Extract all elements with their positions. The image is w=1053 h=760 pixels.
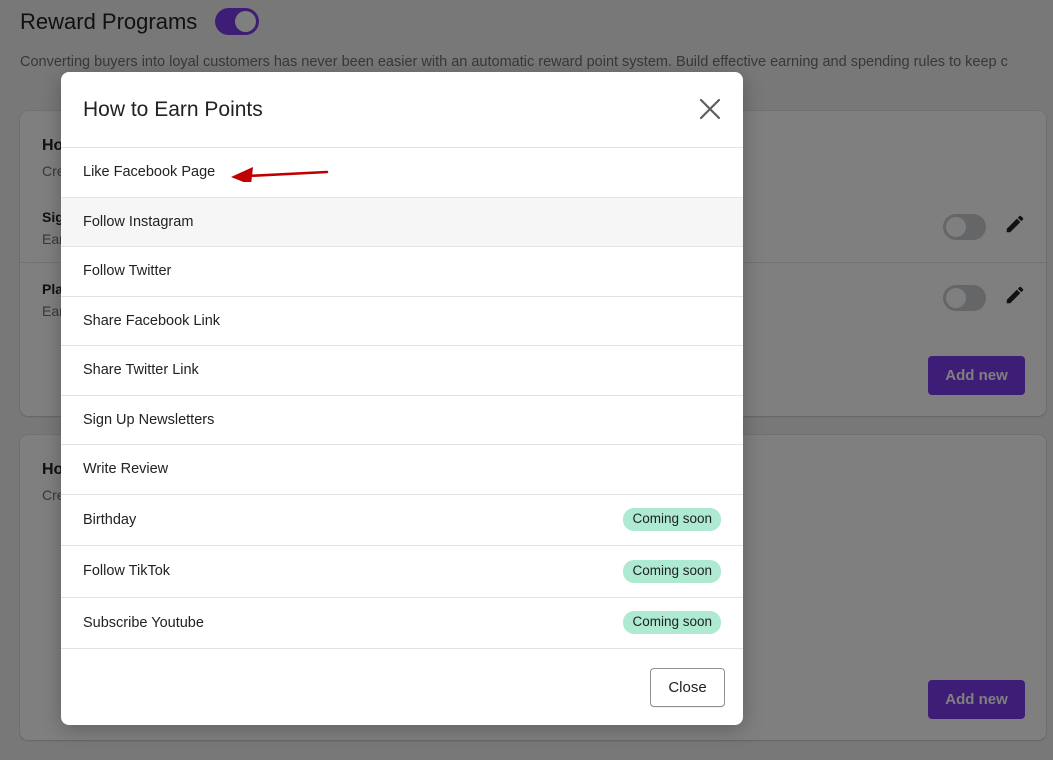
- option-follow-twitter[interactable]: Follow Twitter: [61, 247, 743, 297]
- close-icon-glyph: [699, 98, 721, 120]
- coming-soon-badge: Coming soon: [623, 508, 721, 532]
- option-follow-tiktok[interactable]: Follow TikTok Coming soon: [61, 546, 743, 598]
- close-button[interactable]: Close: [650, 668, 725, 707]
- modal-footer: Close: [61, 649, 743, 725]
- earn-options-list: Like Facebook Page Follow Instagram Foll…: [61, 148, 743, 649]
- option-label: Follow TikTok: [83, 563, 171, 580]
- option-label: Share Facebook Link: [83, 312, 221, 329]
- red-arrow-icon: [231, 167, 329, 182]
- option-label: Follow Twitter: [83, 263, 172, 280]
- option-label: Birthday: [83, 511, 137, 528]
- modal-title: How to Earn Points: [83, 98, 263, 121]
- option-follow-instagram[interactable]: Follow Instagram: [61, 197, 743, 247]
- option-label: Like Facebook Page: [83, 164, 216, 181]
- option-share-facebook-link[interactable]: Share Facebook Link: [61, 297, 743, 346]
- coming-soon-badge: Coming soon: [623, 559, 721, 583]
- option-sign-up-newsletters[interactable]: Sign Up Newsletters: [61, 396, 743, 445]
- option-label: Follow Instagram: [83, 213, 194, 230]
- option-label: Write Review: [83, 461, 169, 478]
- close-icon[interactable]: [697, 96, 723, 122]
- modal-header: How to Earn Points: [61, 72, 743, 148]
- option-label: Subscribe Youtube: [83, 614, 204, 631]
- option-label: Share Twitter Link: [83, 362, 199, 379]
- how-to-earn-points-modal: How to Earn Points Like Facebook Page Fo…: [61, 72, 743, 725]
- option-write-review[interactable]: Write Review: [61, 445, 743, 495]
- coming-soon-badge: Coming soon: [623, 611, 721, 635]
- option-share-twitter-link[interactable]: Share Twitter Link: [61, 346, 743, 396]
- option-label: Sign Up Newsletters: [83, 411, 215, 428]
- option-like-facebook-page[interactable]: Like Facebook Page: [61, 148, 743, 198]
- option-birthday[interactable]: Birthday Coming soon: [61, 495, 743, 546]
- option-subscribe-youtube[interactable]: Subscribe Youtube Coming soon: [61, 598, 743, 649]
